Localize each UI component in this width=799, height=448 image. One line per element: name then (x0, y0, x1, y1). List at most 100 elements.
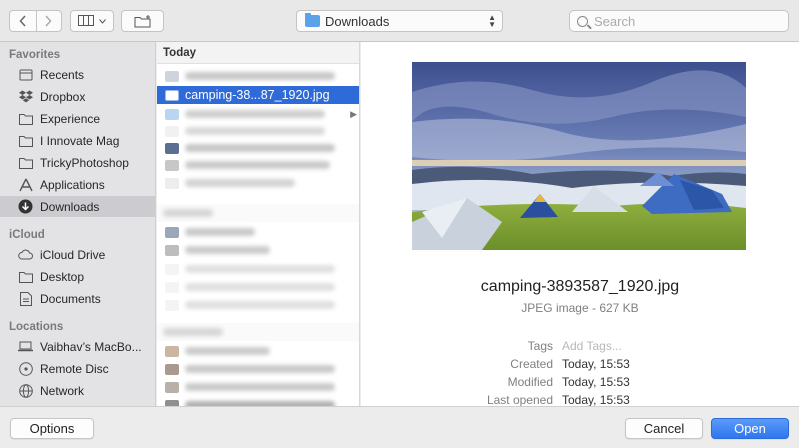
file-list-column: Today camping-38...87_1920.jpg ▶ (157, 42, 360, 406)
last-opened-value: Today, 15:53 (562, 393, 630, 407)
document-icon (18, 291, 33, 306)
sidebar-section-favorites: Favorites (9, 49, 61, 61)
sidebar-item-i-innovate-mag[interactable]: I Innovate Mag (0, 130, 155, 151)
sidebar-item-label: iCloud Drive (40, 247, 106, 262)
sidebar-item-documents[interactable]: Documents (0, 288, 155, 309)
open-button[interactable]: Open (711, 418, 789, 439)
search-placeholder: Search (594, 13, 636, 29)
file-row[interactable] (157, 342, 359, 360)
options-button[interactable]: Options (10, 418, 94, 439)
last-opened-label: Last opened (486, 393, 553, 407)
file-row[interactable] (157, 396, 359, 406)
updown-chevron-icon: ▲ ▼ (488, 13, 496, 29)
file-thumbnail-icon (165, 159, 179, 171)
file-thumbnail-icon (165, 363, 179, 375)
sidebar-item-downloads[interactable]: Downloads (0, 196, 155, 217)
tags-field[interactable]: Add Tags... (562, 339, 622, 353)
toolbar: Downloads ▲ ▼ Search (0, 0, 799, 42)
search-field[interactable]: Search (569, 10, 789, 32)
sidebar-item-label: Dropbox (40, 89, 86, 104)
sidebar-item-label: Experience (40, 111, 101, 126)
sidebar-item-label: Downloads (40, 199, 100, 214)
sidebar-item-applications[interactable]: Applications (0, 174, 155, 195)
sidebar-item-label: Documents (40, 291, 101, 306)
sidebar-section-locations: Locations (9, 321, 64, 333)
file-row[interactable] (157, 156, 359, 174)
location-popup[interactable]: Downloads ▲ ▼ (296, 10, 503, 32)
new-folder-button[interactable] (121, 10, 164, 32)
folder-icon (18, 133, 33, 148)
file-thumbnail-icon (165, 244, 179, 256)
preview-kind: JPEG image - 627 KB (521, 301, 639, 315)
file-row[interactable] (157, 378, 359, 396)
selected-file-name: camping-38...87_1920.jpg (185, 88, 330, 102)
view-mode-button[interactable] (70, 10, 114, 32)
file-icon (165, 177, 179, 189)
applications-icon (18, 177, 33, 192)
folder-icon (305, 13, 320, 27)
sidebar-item-recents[interactable]: Recents (0, 64, 155, 85)
folder-icon (18, 111, 33, 126)
file-thumbnail-icon (165, 70, 179, 82)
chevron-left-icon (19, 15, 26, 27)
back-button[interactable] (10, 15, 36, 27)
sidebar-item-macbook[interactable]: Vaibhav’s MacBo... (0, 336, 155, 357)
sidebar-section-icloud: iCloud (9, 229, 45, 241)
file-icon (165, 263, 179, 275)
sidebar-item-experience[interactable]: Experience (0, 108, 155, 129)
file-row[interactable] (157, 139, 359, 157)
disclosure-arrow-icon: ▶ (350, 108, 357, 119)
sidebar-item-label: I Innovate Mag (40, 133, 120, 148)
file-thumbnail-icon (165, 142, 179, 154)
network-icon (18, 383, 33, 398)
sidebar-item-desktop[interactable]: Desktop (0, 266, 155, 287)
sidebar-item-dropbox[interactable]: Dropbox (0, 86, 155, 107)
file-icon (165, 125, 179, 137)
search-icon (577, 15, 588, 27)
preview-image (412, 62, 746, 250)
group-header-today: Today (157, 42, 359, 64)
columns-view-icon (78, 15, 94, 26)
file-row[interactable] (157, 260, 359, 278)
desktop-icon (18, 269, 33, 284)
sidebar-item-label: Applications (40, 177, 105, 192)
sidebar-item-network[interactable]: Network (0, 380, 155, 401)
back-forward-group (9, 10, 62, 32)
dropbox-icon (18, 89, 33, 104)
file-row[interactable] (157, 122, 359, 140)
clock-icon (18, 67, 33, 82)
file-row[interactable] (157, 223, 359, 241)
file-icon (165, 281, 179, 293)
new-folder-icon (134, 14, 150, 27)
file-row[interactable] (157, 67, 359, 85)
folder-icon (18, 155, 33, 170)
file-row[interactable]: ▶ (157, 105, 359, 123)
preview-filename: camping-3893587_1920.jpg (480, 278, 680, 295)
forward-button[interactable] (36, 15, 62, 27)
file-row[interactable] (157, 174, 359, 192)
file-thumbnail-icon (165, 381, 179, 393)
created-value: Today, 15:53 (562, 357, 630, 371)
sidebar-item-label: Network (40, 383, 85, 398)
file-row-selected[interactable]: camping-38...87_1920.jpg (157, 86, 359, 104)
modified-label: Modified (507, 375, 553, 389)
file-row[interactable] (157, 241, 359, 259)
preview-pane: camping-3893587_1920.jpg JPEG image - 62… (361, 42, 799, 407)
tags-label: Tags (527, 339, 553, 353)
sidebar-item-label: Desktop (40, 269, 85, 284)
file-row[interactable] (157, 278, 359, 296)
created-label: Created (510, 357, 553, 371)
cancel-button[interactable]: Cancel (625, 418, 703, 439)
sidebar-item-trickyphotoshop[interactable]: TrickyPhotoshop (0, 152, 155, 173)
file-row[interactable] (157, 360, 359, 378)
dialog-footer: Options Cancel Open (0, 406, 799, 448)
sidebar-item-remote-disc[interactable]: Remote Disc (0, 358, 155, 379)
sidebar-item-icloud-drive[interactable]: iCloud Drive (0, 244, 155, 265)
modified-value: Today, 15:53 (562, 375, 630, 389)
sidebar: Favorites Recents Dropbox Experience I I… (0, 42, 156, 406)
image-file-icon (165, 89, 179, 101)
folder-icon (165, 108, 179, 120)
file-row[interactable] (157, 296, 359, 314)
group-header-row (157, 323, 359, 341)
chevron-right-icon (45, 15, 52, 27)
